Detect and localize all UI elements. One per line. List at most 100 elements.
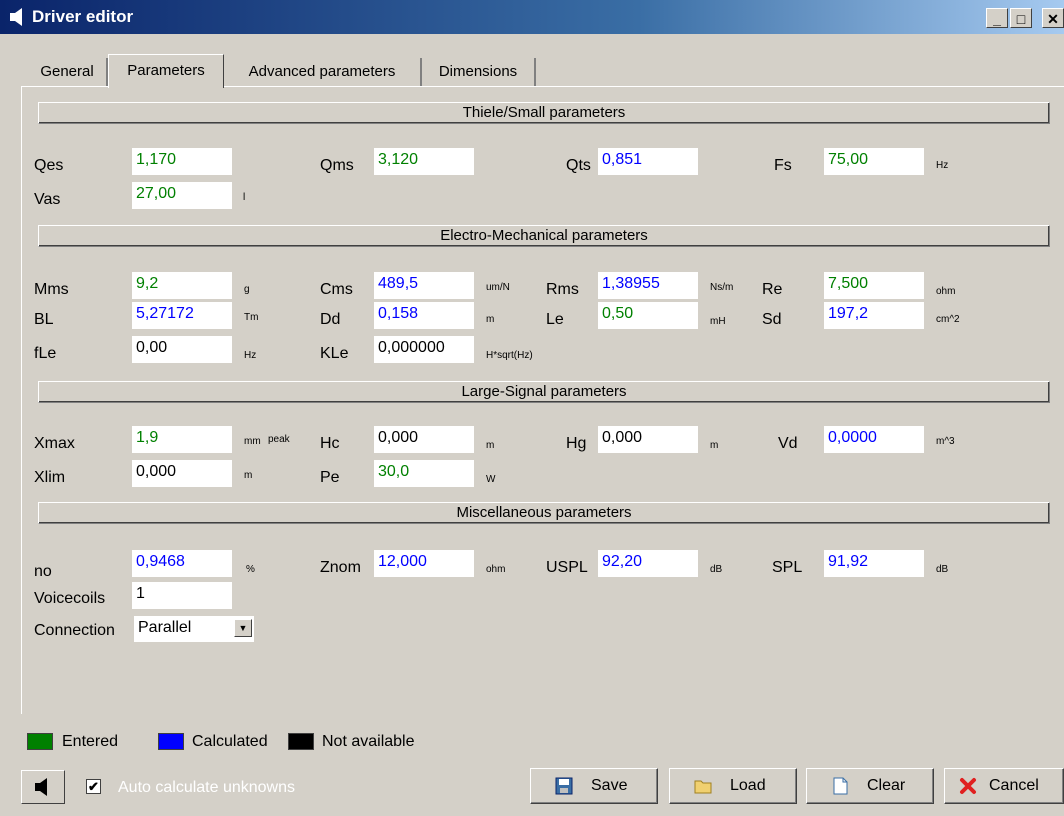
vas-field[interactable]: 27,00	[132, 182, 232, 210]
qts-field[interactable]: 0,851	[598, 148, 698, 176]
sd-unit: cm^2	[936, 314, 960, 325]
clear-button[interactable]: Clear	[806, 768, 934, 804]
auto-calculate-checkbox[interactable]: ✔	[86, 779, 101, 794]
dd-field[interactable]: 0,158	[374, 302, 474, 330]
xmax-label: Xmax	[34, 435, 75, 452]
section-electro-mechanical: Electro-Mechanical parameters	[38, 225, 1050, 247]
floppy-disk-icon	[555, 777, 573, 795]
save-button[interactable]: Save	[530, 768, 658, 804]
calculated-legend-label: Calculated	[192, 733, 268, 750]
entered-legend-label: Entered	[62, 733, 119, 750]
close-button[interactable]: ✕	[1042, 8, 1064, 28]
mms-unit: g	[244, 284, 250, 295]
pe-field[interactable]: 30,0	[374, 460, 474, 488]
qms-label: Qms	[320, 157, 354, 174]
vd-label: Vd	[778, 435, 798, 452]
entered-swatch	[27, 733, 53, 750]
rms-field[interactable]: 1,38955	[598, 272, 698, 300]
rms-label: Rms	[546, 281, 579, 298]
znom-label: Znom	[320, 559, 361, 576]
speaker-icon	[35, 778, 47, 796]
connection-value: Parallel	[138, 619, 192, 636]
re-field[interactable]: 7,500	[824, 272, 924, 300]
sd-label: Sd	[762, 311, 782, 328]
no-unit: %	[246, 564, 255, 575]
vd-unit: m^3	[936, 436, 955, 447]
hc-field[interactable]: 0,000	[374, 426, 474, 454]
spl-unit: dB	[936, 564, 949, 575]
xmax-unit: mm	[244, 436, 261, 447]
rms-unit: Ns/m	[710, 282, 734, 293]
fs-label: Fs	[774, 157, 792, 174]
chevron-down-icon[interactable]: ▼	[234, 619, 252, 637]
bl-unit: Tm	[244, 312, 259, 323]
fle-field[interactable]: 0,00	[132, 336, 232, 364]
qms-field[interactable]: 3,120	[374, 148, 474, 176]
vas-unit: l	[243, 192, 246, 203]
fle-unit: Hz	[244, 350, 257, 361]
connection-select[interactable]: Parallel ▼	[134, 616, 254, 642]
voicecoils-label: Voicecoils	[34, 590, 106, 607]
xmax-field[interactable]: 1,9	[132, 426, 232, 454]
tab-parameters[interactable]: Parameters	[108, 54, 224, 88]
not-available-swatch	[288, 733, 314, 750]
voicecoils-field[interactable]: 1	[132, 582, 232, 610]
auto-calculate-label: Auto calculate unknowns	[118, 779, 295, 796]
cms-unit: um/N	[486, 282, 510, 293]
qes-label: Qes	[34, 157, 64, 174]
kle-label: KLe	[320, 345, 349, 362]
window-title: Driver editor	[32, 7, 134, 26]
kle-unit: H*sqrt(Hz)	[486, 350, 533, 361]
fle-label: fLe	[34, 345, 57, 362]
tab-general[interactable]: General	[28, 58, 108, 86]
load-button[interactable]: Load	[669, 768, 797, 804]
pe-label: Pe	[320, 469, 340, 486]
znom-field[interactable]: 12,000	[374, 550, 474, 578]
kle-field[interactable]: 0,000000	[374, 336, 474, 364]
hc-label: Hc	[320, 435, 340, 452]
hg-field[interactable]: 0,000	[598, 426, 698, 454]
section-large-signal: Large-Signal parameters	[38, 381, 1050, 403]
spl-label: SPL	[772, 559, 803, 576]
title-bar[interactable]: Driver editor _ □ ✕	[0, 0, 1064, 34]
uspl-label: USPL	[546, 559, 588, 576]
re-label: Re	[762, 281, 783, 298]
vas-label: Vas	[34, 191, 61, 208]
vd-field[interactable]: 0,0000	[824, 426, 924, 454]
connection-label: Connection	[34, 622, 115, 639]
calculated-swatch	[158, 733, 184, 750]
xlim-label: Xlim	[34, 469, 66, 486]
tab-dimensions[interactable]: Dimensions	[422, 58, 536, 86]
no-label: no	[34, 563, 52, 580]
sd-field[interactable]: 197,2	[824, 302, 924, 330]
le-field[interactable]: 0,50	[598, 302, 698, 330]
cms-label: Cms	[320, 281, 353, 298]
no-field[interactable]: 0,9468	[132, 550, 232, 578]
xlim-field[interactable]: 0,000	[132, 460, 232, 488]
uspl-field[interactable]: 92,20	[598, 550, 698, 578]
re-unit: ohm	[936, 286, 956, 297]
le-label: Le	[546, 311, 564, 328]
mms-field[interactable]: 9,2	[132, 272, 232, 300]
not-available-legend-label: Not available	[322, 733, 415, 750]
hg-label: Hg	[566, 435, 587, 452]
driver-button[interactable]	[21, 770, 65, 804]
minimize-button[interactable]: _	[986, 8, 1008, 28]
speaker-icon	[10, 8, 22, 26]
tab-advanced-parameters[interactable]: Advanced parameters	[224, 58, 422, 86]
maximize-button[interactable]: □	[1010, 8, 1032, 28]
section-miscellaneous: Miscellaneous parameters	[38, 502, 1050, 524]
spl-field[interactable]: 91,92	[824, 550, 924, 578]
cms-field[interactable]: 489,5	[374, 272, 474, 300]
znom-unit: ohm	[486, 564, 506, 575]
bl-field[interactable]: 5,27172	[132, 302, 232, 330]
hc-unit: m	[486, 440, 495, 451]
section-thiele-small: Thiele/Small parameters	[38, 102, 1050, 124]
bl-label: BL	[34, 311, 54, 328]
xlim-unit: m	[244, 470, 253, 481]
fs-field[interactable]: 75,00	[824, 148, 924, 176]
red-x-icon	[960, 778, 976, 794]
qes-field[interactable]: 1,170	[132, 148, 232, 176]
le-unit: mH	[710, 316, 726, 327]
cancel-button[interactable]: Cancel	[944, 768, 1064, 804]
